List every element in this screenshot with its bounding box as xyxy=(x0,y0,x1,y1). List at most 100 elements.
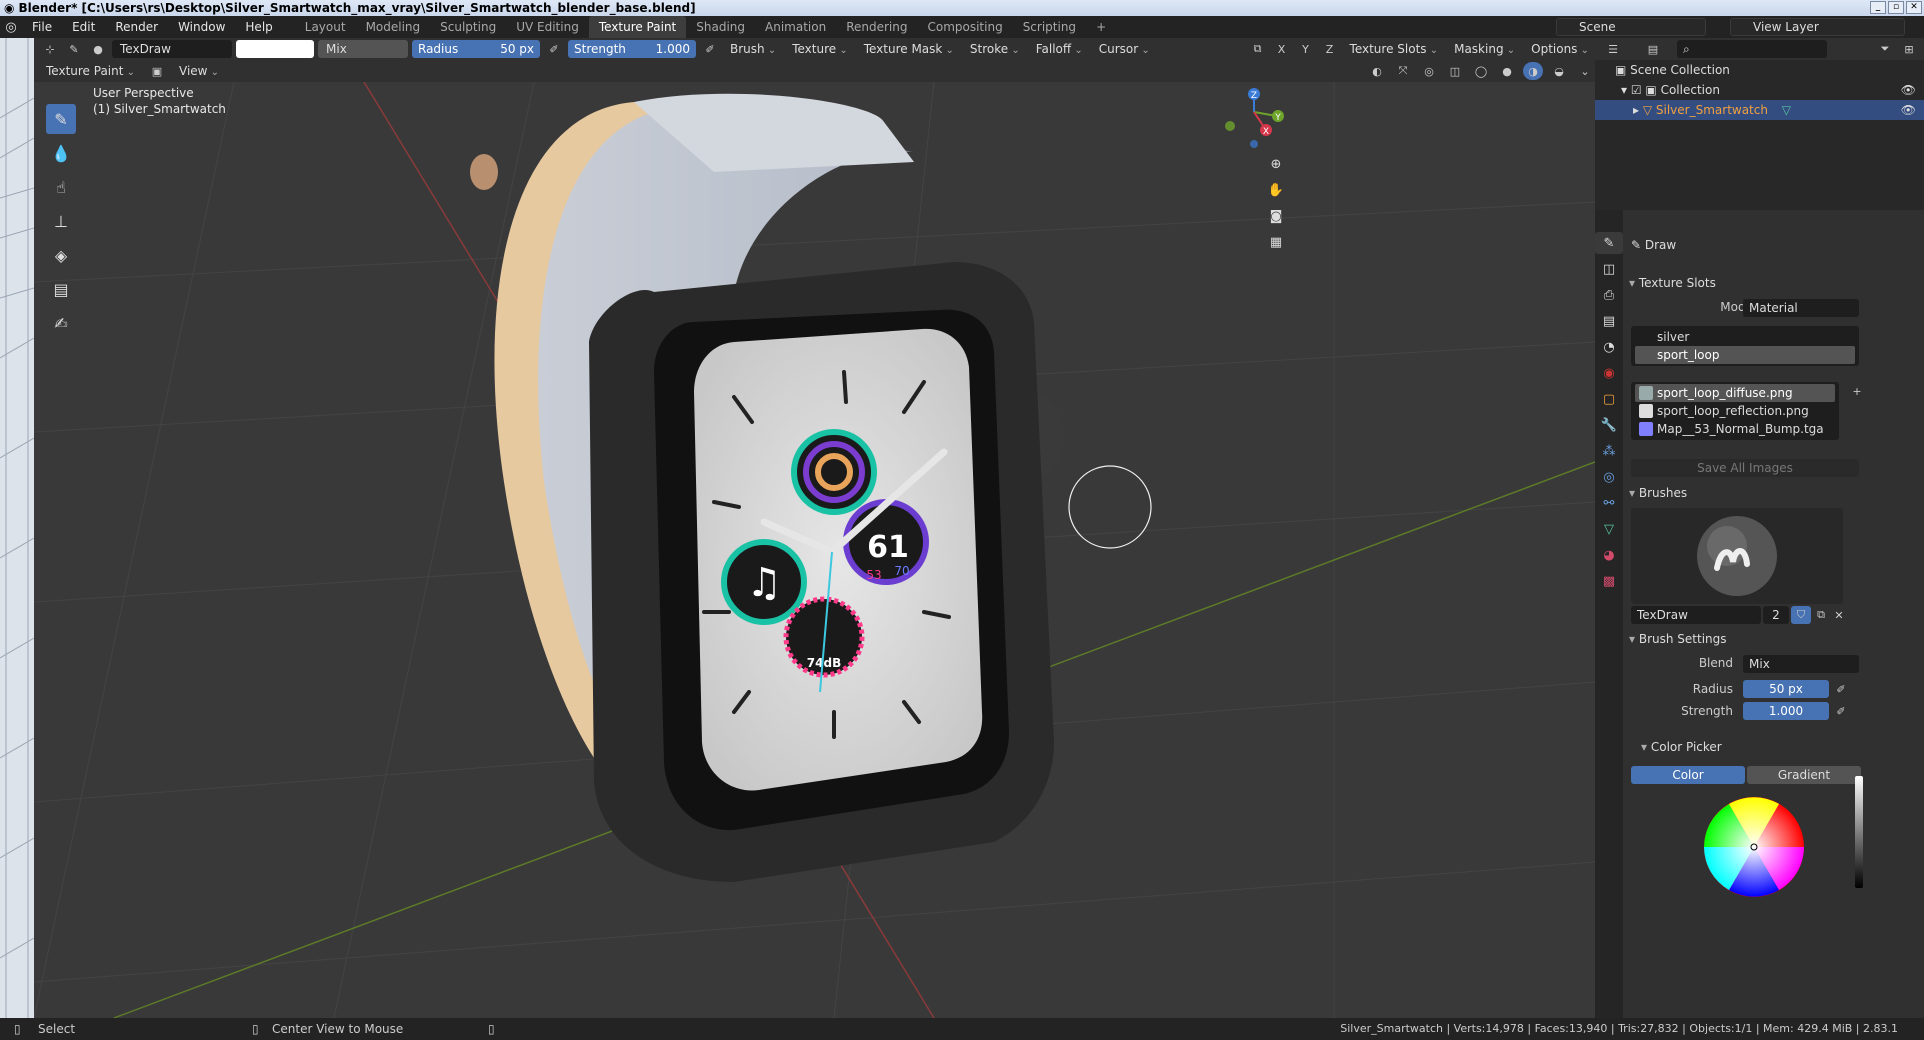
minimize-button[interactable]: _ xyxy=(1870,1,1886,14)
duplicate-brush-icon[interactable]: ⧉ xyxy=(1811,606,1831,624)
constraints-tab-icon[interactable]: ⚯ xyxy=(1595,492,1623,514)
smear-tool-icon[interactable]: ☝ xyxy=(46,172,76,202)
perspective-toggle-icon[interactable]: ▦ xyxy=(1264,230,1288,254)
gradient-tab[interactable]: Gradient xyxy=(1747,766,1861,784)
mode-dropdown[interactable]: Texture Paint xyxy=(40,62,141,80)
color-picker-panel-header[interactable]: Color Picker xyxy=(1641,736,1722,758)
save-all-images-button[interactable]: Save All Images xyxy=(1631,459,1859,477)
scene-selector[interactable]: Scene xyxy=(1556,18,1706,36)
image-row-reflection[interactable]: sport_loop_reflection.png xyxy=(1635,402,1835,420)
material-row-silver[interactable]: silver xyxy=(1635,328,1855,346)
world-tab-icon[interactable]: ◉ xyxy=(1595,362,1623,384)
masking-menu[interactable]: Masking xyxy=(1448,40,1521,58)
scene-tab-icon[interactable]: ◔ xyxy=(1595,336,1623,358)
output-tab-icon[interactable]: ⎙ xyxy=(1595,284,1623,306)
cursor-menu[interactable]: Cursor xyxy=(1093,40,1156,58)
tab-animation[interactable]: Animation xyxy=(755,16,836,38)
image-row-diffuse[interactable]: sport_loop_diffuse.png xyxy=(1635,384,1835,402)
radius-slider[interactable]: 50 px xyxy=(1743,680,1829,698)
tab-uv-editing[interactable]: UV Editing xyxy=(506,16,589,38)
falloff-menu[interactable]: Falloff xyxy=(1030,40,1089,58)
close-button[interactable]: ✕ xyxy=(1906,1,1922,14)
new-collection-icon[interactable]: ⊞ xyxy=(1899,40,1919,58)
axis-y-toggle[interactable]: Y xyxy=(1296,40,1316,58)
annotate-tool-icon[interactable]: ✍ xyxy=(46,308,76,338)
fill-tool-icon[interactable]: ◈ xyxy=(46,240,76,270)
brush-name-field[interactable]: TexDraw xyxy=(1631,606,1761,624)
menu-file[interactable]: File xyxy=(22,16,62,38)
tab-modeling[interactable]: Modeling xyxy=(356,16,431,38)
brush-settings-panel-header[interactable]: Brush Settings xyxy=(1629,628,1727,650)
navigation-gizmo[interactable]: Z Y X xyxy=(1225,88,1284,148)
checkbox-icon[interactable]: ☑ xyxy=(1631,83,1646,97)
tab-layout[interactable]: Layout xyxy=(295,16,356,38)
render-tab-icon[interactable]: ◫ xyxy=(1595,258,1623,280)
tab-shading[interactable]: Shading xyxy=(686,16,755,38)
tool-tab-icon[interactable]: ✎ xyxy=(1595,232,1623,254)
object-tab-icon[interactable]: ▢ xyxy=(1595,388,1623,410)
blend-mode-dropdown[interactable]: Mix xyxy=(318,40,408,58)
blender-menu-icon[interactable]: ◎ xyxy=(0,16,22,38)
overlay-toggle-icon[interactable]: ◎ xyxy=(1419,62,1439,80)
pan-hand-icon[interactable]: ✋ xyxy=(1264,178,1288,202)
radius-pressure-icon[interactable]: ✐ xyxy=(544,40,564,58)
expand-arrow-icon[interactable]: ▸ xyxy=(1633,103,1643,117)
rendered-shading-icon[interactable]: ◒ xyxy=(1549,62,1569,80)
xray-toggle-icon[interactable]: ◫ xyxy=(1445,62,1465,80)
view-layer-selector[interactable]: View Layer xyxy=(1730,18,1905,36)
stroke-menu[interactable]: Stroke xyxy=(964,40,1026,58)
texture-slots-panel-header[interactable]: Texture Slots xyxy=(1629,272,1716,294)
radius-pressure-icon[interactable]: ✐ xyxy=(1831,680,1851,698)
menu-help[interactable]: Help xyxy=(235,16,282,38)
texture-slots-menu[interactable]: Texture Slots xyxy=(1344,40,1445,58)
add-workspace-icon[interactable]: + xyxy=(1086,16,1116,38)
outliner-row-silver-smartwatch[interactable]: ▸ ▽ Silver_Smartwatch ▽ 👁 xyxy=(1595,100,1924,120)
tab-texture-paint[interactable]: Texture Paint xyxy=(588,16,687,38)
view-layer-tab-icon[interactable]: ▤ xyxy=(1595,310,1623,332)
maximize-button[interactable]: ▫ xyxy=(1888,1,1904,14)
zoom-icon[interactable]: ⊕ xyxy=(1264,152,1288,176)
paint-mask-icon[interactable]: ▣ xyxy=(147,62,167,80)
gizmo-toggle-icon[interactable]: ⤧ xyxy=(1393,62,1413,80)
material-tab-icon[interactable]: ◕ xyxy=(1595,544,1623,566)
tab-scripting[interactable]: Scripting xyxy=(1013,16,1086,38)
brush-icon[interactable]: ✎ xyxy=(64,40,84,58)
radius-slider[interactable]: Radius 50 px xyxy=(412,40,540,58)
strength-slider[interactable]: 1.000 xyxy=(1743,702,1829,720)
value-slider[interactable] xyxy=(1855,776,1863,888)
blend-dropdown[interactable]: Mix xyxy=(1743,655,1859,673)
material-row-sport-loop[interactable]: sport_loop xyxy=(1635,346,1855,364)
solid-shading-icon[interactable]: ● xyxy=(1497,62,1517,80)
axis-z-toggle[interactable]: Z xyxy=(1320,40,1340,58)
3d-viewport[interactable]: ♫ 61 53 70 74dB Z Y X User Perspective (… xyxy=(34,82,1595,1018)
physics-tab-icon[interactable]: ◎ xyxy=(1595,466,1623,488)
texture-tab-icon[interactable]: ▩ xyxy=(1595,570,1623,592)
strength-slider[interactable]: Strength 1.000 xyxy=(568,40,696,58)
modifier-tab-icon[interactable]: 🔧 xyxy=(1595,414,1623,436)
view-menu[interactable]: View xyxy=(173,62,219,80)
brush-menu[interactable]: Brush xyxy=(724,40,782,58)
tab-compositing[interactable]: Compositing xyxy=(917,16,1012,38)
outliner-row-collection[interactable]: ▾ ☑ ▣ Collection 👁 xyxy=(1595,80,1924,100)
shading-options-icon[interactable]: ⌄ xyxy=(1575,62,1595,80)
add-texture-slot-icon[interactable]: + xyxy=(1847,382,1867,400)
menu-edit[interactable]: Edit xyxy=(62,16,105,38)
tab-sculpting[interactable]: Sculpting xyxy=(430,16,506,38)
soften-tool-icon[interactable]: 💧 xyxy=(46,138,76,168)
draw-tool-icon[interactable]: ✎ xyxy=(46,104,76,134)
color-tab[interactable]: Color xyxy=(1631,766,1745,784)
texture-menu[interactable]: Texture xyxy=(786,40,854,58)
color-wheel[interactable] xyxy=(1699,792,1809,902)
wireframe-shading-icon[interactable]: ◯ xyxy=(1471,62,1491,80)
expand-arrow-icon[interactable]: ▾ xyxy=(1621,83,1631,97)
brushes-panel-header[interactable]: Brushes xyxy=(1629,482,1687,504)
eye-icon[interactable]: 👁 xyxy=(1901,100,1916,120)
data-tab-icon[interactable]: ▽ xyxy=(1595,518,1623,540)
fake-user-shield-icon[interactable]: ⛉ xyxy=(1791,606,1811,624)
unlink-brush-icon[interactable]: ✕ xyxy=(1829,606,1849,624)
brush-preview-box[interactable] xyxy=(1631,508,1843,604)
select-tool-icon[interactable]: ⊹ xyxy=(40,40,60,58)
outliner-type-icon[interactable]: ☰ xyxy=(1603,40,1623,58)
tab-rendering[interactable]: Rendering xyxy=(836,16,917,38)
visibility-icon[interactable]: ◐ xyxy=(1367,62,1387,80)
